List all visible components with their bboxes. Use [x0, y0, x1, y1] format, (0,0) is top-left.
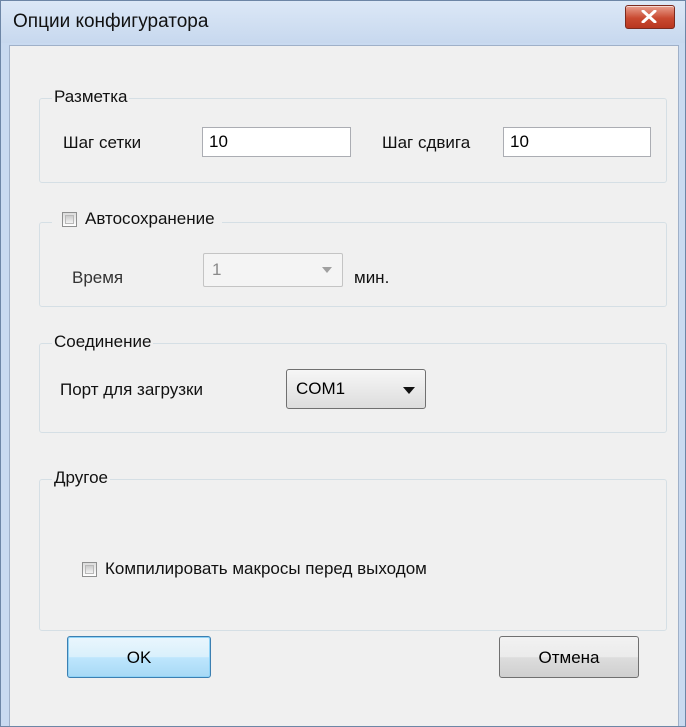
cancel-button[interactable]: Отмена: [499, 636, 639, 678]
grid-step-input[interactable]: 10: [202, 127, 351, 157]
chevron-down-icon: [403, 387, 415, 394]
time-label: Время: [72, 268, 124, 287]
autosave-time-select: 1: [203, 253, 343, 287]
ok-button[interactable]: OK: [67, 636, 211, 678]
other-group-legend: Другое: [52, 468, 111, 488]
other-group: Другое: [39, 468, 667, 631]
grid-step-label: Шаг сетки: [63, 133, 142, 152]
minutes-unit-label: мин.: [354, 268, 390, 287]
autosave-label[interactable]: Автосохранение: [85, 209, 215, 229]
window-title: Опции конфигуратора: [13, 11, 209, 32]
port-label: Порт для загрузки: [60, 380, 203, 399]
compile-macros-checkbox[interactable]: [82, 562, 97, 577]
dialog-window: Опции конфигуратора Разметка Шаг сетки 1…: [0, 0, 686, 727]
connection-group-legend: Соединение: [52, 332, 154, 352]
compile-macros-label[interactable]: Компилировать макросы перед выходом: [105, 559, 427, 579]
close-icon: [641, 10, 657, 23]
title-bar: Опции конфигуратора: [1, 1, 685, 43]
close-button[interactable]: [625, 5, 675, 29]
chevron-down-icon: [322, 267, 332, 273]
shift-step-input[interactable]: 10: [503, 127, 651, 157]
layout-group-legend: Разметка: [52, 87, 130, 107]
port-select[interactable]: COM1: [286, 369, 426, 409]
shift-step-label: Шаг сдвига: [382, 133, 471, 152]
dialog-client-area: Разметка Шаг сетки 10 Шаг сдвига 10 Авто…: [9, 45, 679, 726]
autosave-time-value: 1: [212, 260, 222, 279]
autosave-checkbox[interactable]: [62, 212, 77, 227]
port-value: COM1: [296, 379, 346, 398]
autosave-group: [39, 222, 667, 307]
